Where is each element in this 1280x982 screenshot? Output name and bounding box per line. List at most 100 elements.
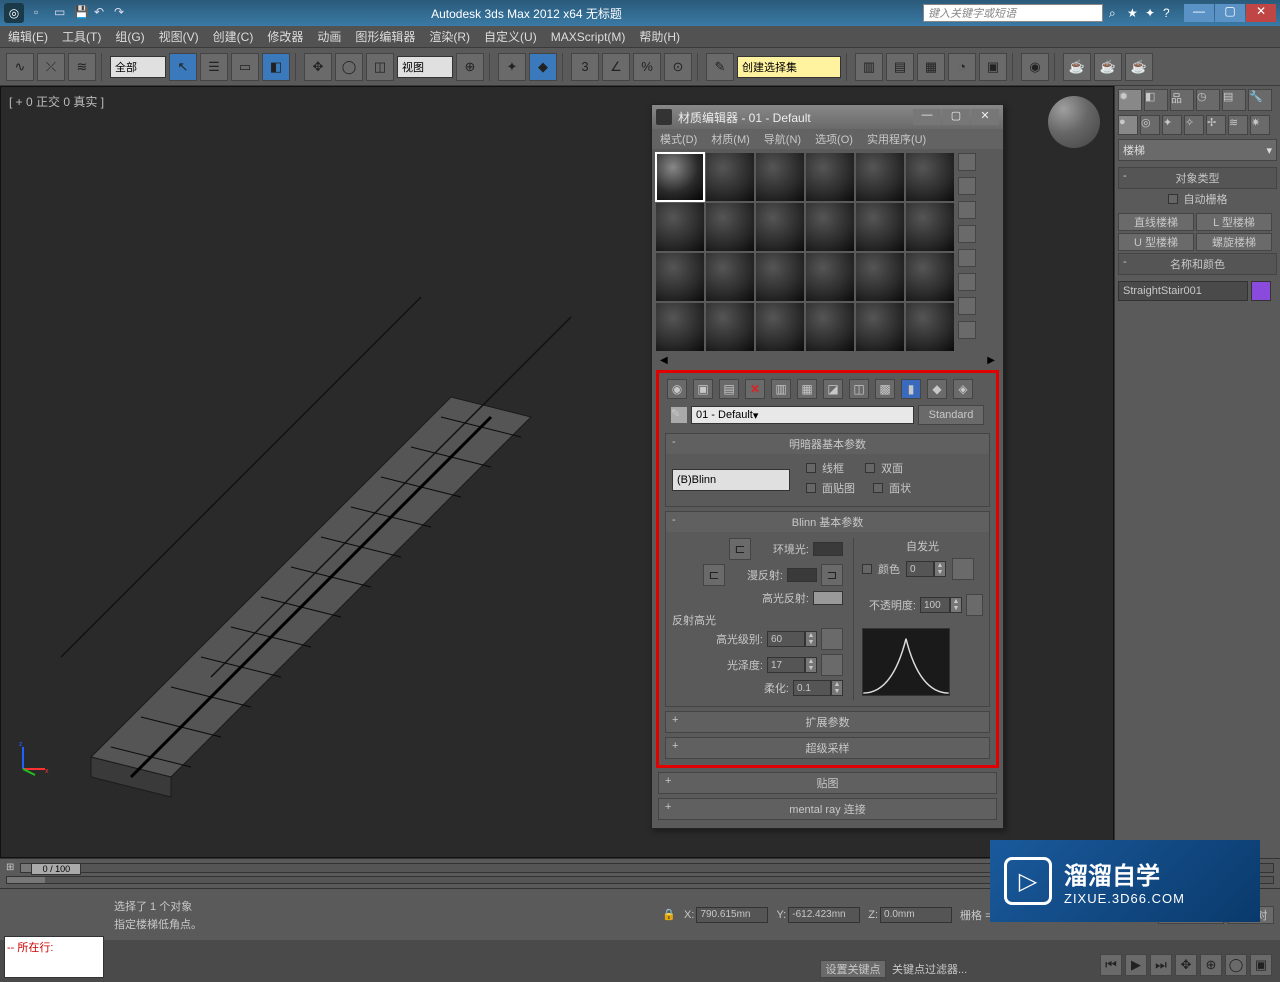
tab-create-icon[interactable]: ✹ bbox=[1118, 89, 1142, 111]
spec-level-input[interactable]: 60 bbox=[767, 631, 805, 647]
slot-tool-icon[interactable] bbox=[958, 177, 976, 195]
color-checkbox[interactable] bbox=[862, 564, 872, 574]
assign-icon[interactable]: ▤ bbox=[719, 379, 739, 399]
material-slot[interactable] bbox=[856, 303, 904, 351]
rollout-blinn-basic[interactable]: Blinn 基本参数 bbox=[666, 512, 989, 532]
faceted-checkbox[interactable] bbox=[873, 483, 883, 493]
me-menu-nav[interactable]: 导航(N) bbox=[764, 131, 801, 147]
menu-create[interactable]: 创建(C) bbox=[213, 28, 254, 45]
curve-icon[interactable]: ◔ bbox=[948, 53, 976, 81]
slot-tool-icon[interactable] bbox=[958, 273, 976, 291]
me-maximize-button[interactable]: ▢ bbox=[942, 109, 970, 125]
material-type-button[interactable]: Standard bbox=[918, 405, 984, 425]
slot-tool-icon[interactable] bbox=[958, 249, 976, 267]
tab-modify-icon[interactable]: ◧ bbox=[1144, 89, 1168, 111]
move-icon[interactable]: ✥ bbox=[304, 53, 332, 81]
material-slot[interactable] bbox=[906, 303, 954, 351]
material-slot[interactable] bbox=[756, 253, 804, 301]
slot-tool-icon[interactable] bbox=[958, 321, 976, 339]
subtab-lights-icon[interactable]: ✦ bbox=[1162, 115, 1182, 135]
align-icon[interactable]: ▤ bbox=[886, 53, 914, 81]
link-icon[interactable]: ∿ bbox=[6, 53, 34, 81]
material-slot[interactable] bbox=[806, 203, 854, 251]
diffuse-swatch[interactable] bbox=[787, 568, 817, 582]
me-menu-util[interactable]: 实用程序(U) bbox=[867, 131, 926, 147]
nav-fwd-icon[interactable]: ◈ bbox=[953, 379, 973, 399]
save-icon[interactable]: 💾 bbox=[74, 5, 90, 21]
material-slot[interactable] bbox=[706, 253, 754, 301]
subtab-geometry-icon[interactable]: ● bbox=[1118, 115, 1138, 135]
reset-icon[interactable]: ✕ bbox=[745, 379, 765, 399]
slot-tool-icon[interactable] bbox=[958, 201, 976, 219]
me-menu-options[interactable]: 选项(O) bbox=[815, 131, 853, 147]
schem-icon[interactable]: ▣ bbox=[979, 53, 1007, 81]
tab-display-icon[interactable]: ▤ bbox=[1222, 89, 1246, 111]
render-icon[interactable]: ☕ bbox=[1125, 53, 1153, 81]
rollout-mr[interactable]: mental ray 连接 bbox=[659, 799, 996, 819]
nav-up-icon[interactable]: ◆ bbox=[927, 379, 947, 399]
timeconfig-icon[interactable]: ⊞ bbox=[6, 862, 14, 873]
mirror-icon[interactable]: ▥ bbox=[855, 53, 883, 81]
me-menu-mode[interactable]: 模式(D) bbox=[660, 131, 697, 147]
put-to-scene-icon[interactable]: ▣ bbox=[693, 379, 713, 399]
material-editor-icon[interactable]: ◉ bbox=[1021, 53, 1049, 81]
tab-motion-icon[interactable]: ◷ bbox=[1196, 89, 1220, 111]
undo-icon[interactable]: ↶ bbox=[94, 5, 110, 21]
nav-zoom-icon[interactable]: ⊕ bbox=[1200, 954, 1222, 976]
slot-tool-icon[interactable] bbox=[958, 297, 976, 315]
menu-customize[interactable]: 自定义(U) bbox=[484, 28, 537, 45]
viewport-label[interactable]: [ + 0 正交 0 真实 ] bbox=[9, 93, 104, 110]
me-menu-material[interactable]: 材质(M) bbox=[711, 131, 750, 147]
subtab-shapes-icon[interactable]: ◎ bbox=[1140, 115, 1160, 135]
get-material-icon[interactable]: ◉ bbox=[667, 379, 687, 399]
menu-modifiers[interactable]: 修改器 bbox=[267, 28, 303, 45]
opacity-input[interactable]: 100 bbox=[920, 597, 950, 613]
select-name-icon[interactable]: ☰ bbox=[200, 53, 228, 81]
rollout-objecttype[interactable]: 对象类型 bbox=[1118, 167, 1277, 189]
show-map-icon[interactable]: ▩ bbox=[875, 379, 895, 399]
render-setup-icon[interactable]: ☕ bbox=[1063, 53, 1091, 81]
z-readout[interactable]: 0.0mm bbox=[880, 907, 952, 923]
help2-icon[interactable]: ? bbox=[1163, 6, 1177, 20]
playback-next-icon[interactable]: ⏭ bbox=[1150, 954, 1172, 976]
slot-tool-icon[interactable] bbox=[958, 225, 976, 243]
material-slot[interactable] bbox=[906, 153, 954, 201]
make-unique-icon[interactable]: ▦ bbox=[797, 379, 817, 399]
material-slot[interactable] bbox=[656, 153, 704, 201]
tab-utilities-icon[interactable]: 🔧 bbox=[1248, 89, 1272, 111]
lock-icon[interactable]: 🔒 bbox=[662, 908, 676, 921]
unlink-icon[interactable]: ⤫ bbox=[37, 53, 65, 81]
playback-play-icon[interactable]: ▶ bbox=[1125, 954, 1147, 976]
diffuse-link-icon[interactable]: ⊐ bbox=[821, 564, 843, 586]
material-slot[interactable] bbox=[706, 203, 754, 251]
selection-filter[interactable]: 全部 bbox=[110, 56, 166, 78]
btn-straight-stair[interactable]: 直线楼梯 bbox=[1118, 213, 1194, 231]
menu-help[interactable]: 帮助(H) bbox=[639, 28, 680, 45]
scale-icon[interactable]: ◫ bbox=[366, 53, 394, 81]
spec-map-icon[interactable] bbox=[821, 628, 843, 650]
put-lib-icon[interactable]: ◪ bbox=[823, 379, 843, 399]
tab-hierarchy-icon[interactable]: 品 bbox=[1170, 89, 1194, 111]
gloss-input[interactable]: 17 bbox=[767, 657, 805, 673]
menu-tools[interactable]: 工具(T) bbox=[62, 28, 101, 45]
facemap-checkbox[interactable] bbox=[806, 483, 816, 493]
make-copy-icon[interactable]: ▥ bbox=[771, 379, 791, 399]
viewcube-icon[interactable] bbox=[1048, 96, 1100, 148]
shader-dropdown[interactable]: (B)Blinn bbox=[672, 469, 790, 491]
comm-icon[interactable]: ★ bbox=[1127, 6, 1141, 20]
pick-material-icon[interactable]: ✎ bbox=[671, 407, 687, 423]
material-slot[interactable] bbox=[656, 303, 704, 351]
object-color-swatch[interactable] bbox=[1251, 281, 1271, 301]
new-icon[interactable]: ▫ bbox=[34, 5, 50, 21]
close-button[interactable]: ✕ bbox=[1246, 4, 1276, 22]
diffuse-lock-icon[interactable]: ⊏ bbox=[703, 564, 725, 586]
app-logo[interactable]: ◎ bbox=[4, 3, 24, 23]
pctsnap-icon[interactable]: % bbox=[633, 53, 661, 81]
material-slot[interactable] bbox=[656, 253, 704, 301]
menu-grapheditors[interactable]: 图形编辑器 bbox=[355, 28, 415, 45]
nav-max-icon[interactable]: ▣ bbox=[1250, 954, 1272, 976]
y-readout[interactable]: -612.423mn bbox=[788, 907, 860, 923]
material-slot[interactable] bbox=[756, 153, 804, 201]
keyfilter-button[interactable]: 关键点过滤器... bbox=[892, 961, 967, 977]
window-crossing-icon[interactable]: ◧ bbox=[262, 53, 290, 81]
